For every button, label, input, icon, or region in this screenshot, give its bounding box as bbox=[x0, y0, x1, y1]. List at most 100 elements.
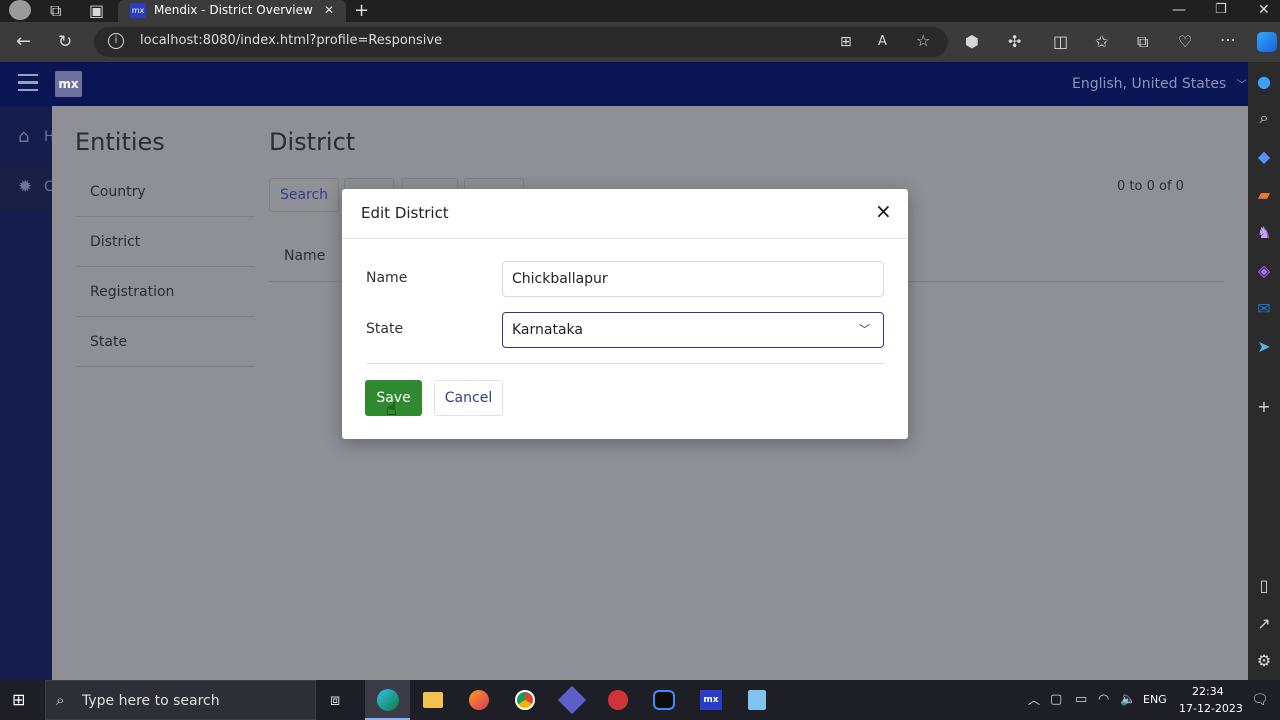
dialog-header: Edit District × bbox=[342, 189, 908, 239]
app-available-icon[interactable]: ⊞ bbox=[840, 34, 852, 50]
language-selector[interactable]: English, United States ﹀ bbox=[1072, 76, 1247, 92]
close-window-icon[interactable]: ✕ bbox=[1258, 2, 1270, 18]
url-text: localhost:8080/index.html?profile=Respon… bbox=[140, 33, 443, 48]
taskbar-search-placeholder: Type here to search bbox=[82, 693, 220, 709]
firefox-icon[interactable] bbox=[469, 690, 489, 710]
state-label: State bbox=[366, 321, 404, 337]
column-header-name[interactable]: Name bbox=[284, 248, 325, 264]
chrome-icon[interactable] bbox=[515, 690, 535, 710]
battery-icon[interactable]: ▭ bbox=[1075, 692, 1087, 708]
clock-date[interactable]: 17-12-2023 bbox=[1179, 702, 1243, 715]
page-title: District bbox=[269, 128, 356, 156]
search-button[interactable]: Search bbox=[269, 178, 339, 212]
chevron-down-icon: ﹀ bbox=[1236, 80, 1247, 91]
form-divider bbox=[366, 363, 884, 364]
browser-tab-bar: ⧉ ▣ mx Mendix - District Overview ✕ + — … bbox=[0, 0, 1280, 22]
sidenav-item-config[interactable]: ✹ C bbox=[0, 166, 54, 210]
taskbar-edge-active[interactable] bbox=[365, 680, 410, 720]
back-icon[interactable]: ← bbox=[16, 33, 31, 51]
edge-browser-icon bbox=[377, 689, 399, 711]
copilot-icon[interactable] bbox=[1257, 32, 1277, 52]
search-icon[interactable]: ⌕ bbox=[1256, 110, 1272, 126]
teams-app-icon[interactable] bbox=[557, 685, 587, 715]
browser-essentials-icon[interactable]: ♡ bbox=[1178, 34, 1192, 50]
address-bar[interactable]: i localhost:8080/index.html?profile=Resp… bbox=[94, 27, 948, 57]
entity-link-state[interactable]: State bbox=[76, 317, 254, 367]
language-label: English, United States bbox=[1072, 76, 1227, 92]
profile-avatar-icon[interactable] bbox=[9, 0, 31, 20]
cancel-button[interactable]: Cancel bbox=[434, 380, 503, 416]
shopping-tag-icon[interactable]: ◆ bbox=[1256, 149, 1272, 165]
close-icon[interactable]: × bbox=[875, 199, 892, 223]
collections-icon[interactable]: ⧉ bbox=[1137, 34, 1148, 50]
file-explorer-icon[interactable] bbox=[423, 692, 443, 708]
mendix-studio-icon[interactable]: mx bbox=[700, 690, 722, 710]
workspaces-icon[interactable]: ⧉ bbox=[50, 3, 61, 19]
search-icon: ⌕ bbox=[56, 691, 65, 709]
state-select[interactable]: Karnataka ﹀ bbox=[502, 312, 884, 348]
entity-link-country[interactable]: Country bbox=[76, 167, 254, 217]
add-sidebar-app-icon[interactable]: + bbox=[1256, 399, 1272, 415]
office-icon[interactable]: ◈ bbox=[1256, 263, 1272, 279]
gear-icon: ✹ bbox=[18, 177, 33, 197]
mendix-favicon-icon: mx bbox=[130, 3, 146, 18]
notifications-icon[interactable]: 🗨 bbox=[1251, 692, 1269, 708]
games-icon[interactable]: ♞ bbox=[1256, 225, 1272, 241]
site-info-icon[interactable]: i bbox=[108, 33, 124, 49]
tab-mendix-district[interactable]: mx Mendix - District Overview ✕ bbox=[118, 0, 346, 22]
shield-extension-icon[interactable]: ⬢ bbox=[965, 34, 979, 50]
meet-now-icon[interactable]: ▢ bbox=[1050, 692, 1062, 708]
browser-toolbar: ← ↻ i localhost:8080/index.html?profile=… bbox=[0, 22, 1280, 62]
webex-icon[interactable] bbox=[653, 690, 675, 710]
favorites-icon[interactable]: ✩ bbox=[1095, 34, 1108, 50]
hamburger-menu-icon[interactable] bbox=[18, 74, 38, 91]
hide-sidebar-icon[interactable]: ▯ bbox=[1256, 578, 1272, 594]
minimize-icon[interactable]: — bbox=[1172, 2, 1186, 18]
taskbar-search-box[interactable]: ⌕ Type here to search bbox=[45, 680, 316, 720]
input-language[interactable]: ENG bbox=[1143, 693, 1167, 706]
entity-link-registration[interactable]: Registration bbox=[76, 267, 254, 317]
new-tab-button[interactable]: + bbox=[354, 0, 369, 21]
recorder-icon[interactable] bbox=[608, 690, 628, 710]
sidebar-settings-icon[interactable]: ⚙ bbox=[1256, 653, 1272, 669]
refresh-icon[interactable]: ↻ bbox=[58, 34, 72, 51]
paging-status: 0 to 0 of 0 bbox=[1117, 179, 1184, 194]
outlook-icon[interactable]: ✉ bbox=[1256, 301, 1272, 317]
clock-time[interactable]: 22:34 bbox=[1192, 685, 1224, 698]
mouse-cursor-icon: ☝ bbox=[386, 399, 397, 420]
send-icon[interactable]: ➤ bbox=[1256, 339, 1272, 355]
wifi-icon[interactable]: ◠ bbox=[1098, 692, 1109, 708]
mendix-logo[interactable]: mx bbox=[55, 71, 82, 97]
notification-bell-icon[interactable]: ● bbox=[1256, 74, 1272, 90]
dialog-title: Edit District bbox=[361, 204, 449, 222]
sidenav-item-home[interactable]: ⌂ H bbox=[0, 116, 55, 160]
volume-icon[interactable]: 🔈 bbox=[1120, 692, 1136, 708]
read-aloud-icon[interactable]: A bbox=[878, 34, 887, 50]
name-label: Name bbox=[366, 270, 408, 286]
task-view-icon[interactable]: ⧈ bbox=[330, 692, 340, 708]
chevron-down-icon: ﹀ bbox=[859, 323, 870, 336]
windows-taskbar: ⊞ ⌕ Type here to search ⧈ mx ︿ ▢ ▭ ◠ 🔈 E… bbox=[0, 680, 1280, 720]
name-field[interactable]: Chickballapur bbox=[502, 261, 884, 297]
restore-icon[interactable]: ❐ bbox=[1215, 2, 1227, 18]
tab-title: Mendix - District Overview bbox=[154, 3, 313, 17]
split-screen-icon[interactable]: ◫ bbox=[1053, 34, 1068, 50]
tools-briefcase-icon[interactable]: ▰ bbox=[1256, 187, 1272, 203]
home-icon: ⌂ bbox=[18, 126, 30, 147]
side-navigation: ⌂ H ✹ C bbox=[0, 106, 55, 680]
state-selected-value: Karnataka bbox=[512, 322, 583, 338]
windows-start-icon[interactable]: ⊞ bbox=[12, 692, 25, 708]
entity-link-district[interactable]: District bbox=[76, 217, 254, 267]
notepad-icon[interactable] bbox=[748, 690, 766, 710]
favorite-star-icon[interactable]: ☆ bbox=[916, 33, 930, 49]
edge-sidebar: ● ⌕ ◆ ▰ ♞ ◈ ✉ ➤ + ▯ ↗ ⚙ bbox=[1248, 62, 1280, 680]
entities-title: Entities bbox=[75, 128, 165, 156]
extensions-icon[interactable]: ✣ bbox=[1008, 34, 1021, 50]
app-header: mx English, United States ﹀ bbox=[0, 62, 1248, 106]
tab-actions-icon[interactable]: ▣ bbox=[89, 3, 104, 19]
show-hidden-icons-icon[interactable]: ︿ bbox=[1028, 692, 1040, 708]
external-link-icon[interactable]: ↗ bbox=[1256, 616, 1272, 632]
more-menu-icon[interactable]: ⋯ bbox=[1220, 32, 1236, 48]
edit-district-dialog: Edit District × Name Chickballapur State… bbox=[342, 189, 908, 439]
tab-close-icon[interactable]: ✕ bbox=[324, 3, 334, 17]
